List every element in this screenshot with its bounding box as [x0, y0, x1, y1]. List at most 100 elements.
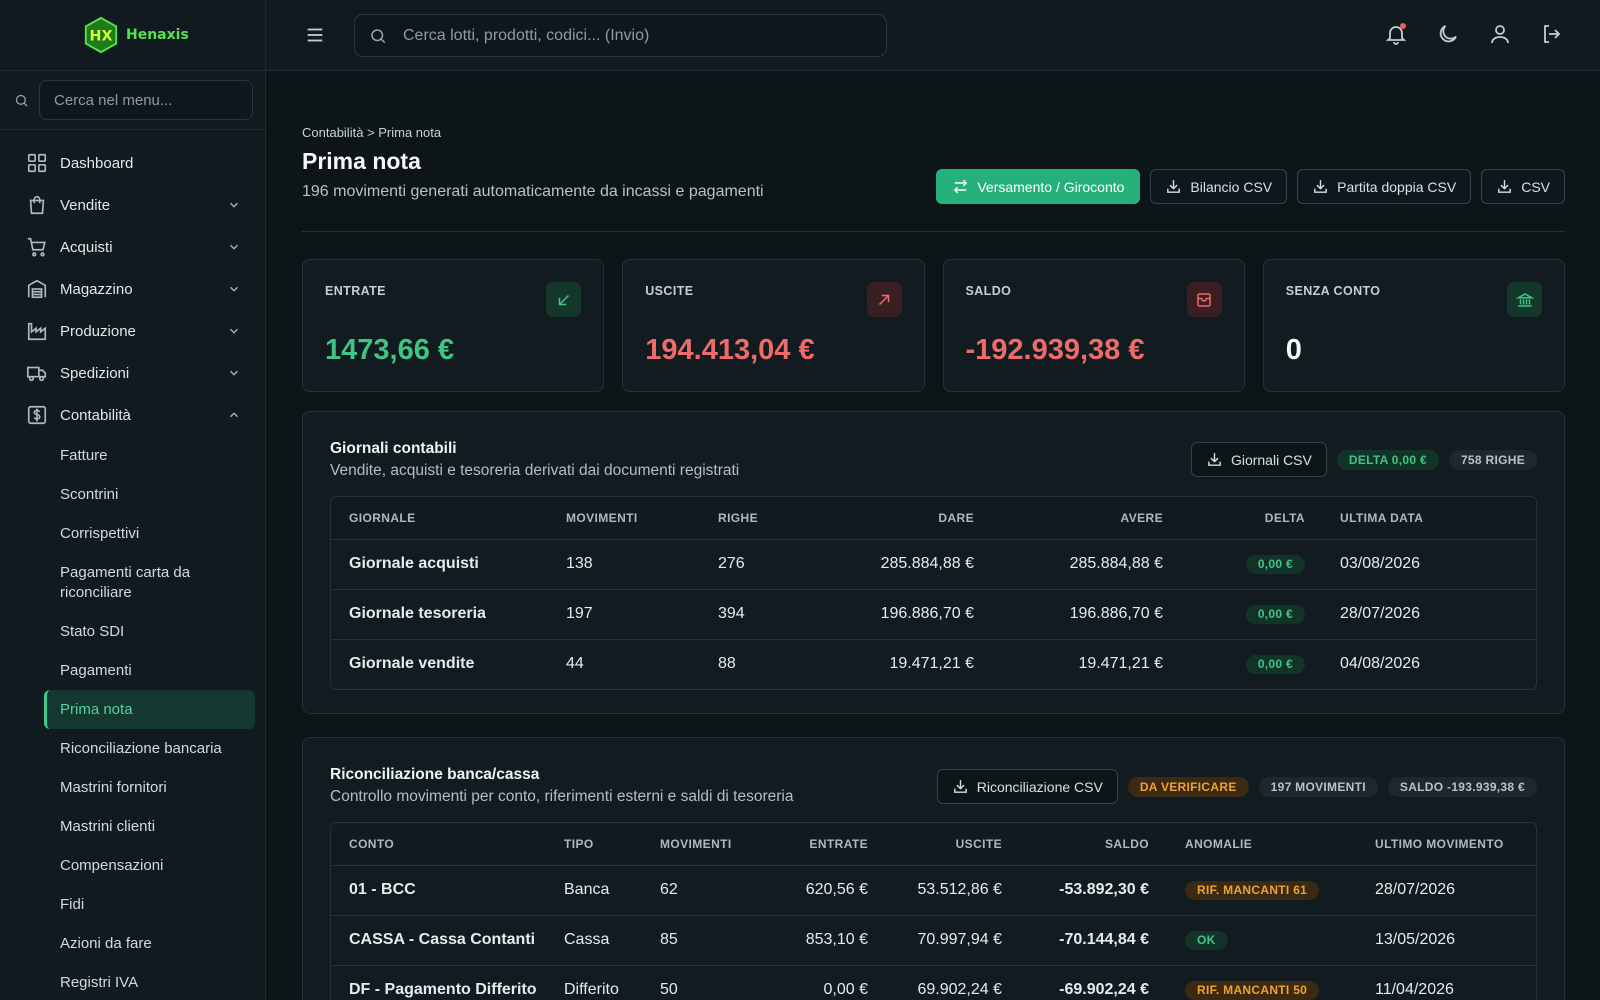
logo[interactable]: HX Henaxis: [0, 0, 265, 71]
dollar-icon: [27, 405, 47, 425]
delta-badge: DELTA 0,00 €: [1336, 449, 1439, 470]
global-search-input[interactable]: [403, 15, 873, 56]
movimenti-cell: 138: [566, 539, 718, 590]
page-actions: Versamento / Giroconto Bilancio CSV Part…: [936, 169, 1565, 204]
sidebar-subitem-pagamenti-carta[interactable]: Pagamenti carta da riconciliare: [44, 553, 255, 612]
button-label: Riconciliazione CSV: [976, 778, 1103, 795]
date-cell: 13/05/2026: [1375, 915, 1536, 966]
uscite-cell: 69.902,24 €: [917, 981, 1002, 999]
moon-icon: [1439, 25, 1457, 43]
column-header: ULTIMA DATA: [1305, 497, 1536, 540]
table-row[interactable]: DF - Pagamento Differito Differito 50 0,…: [331, 965, 1536, 1000]
date-cell: 11/04/2026: [1375, 981, 1454, 999]
sidebar-search: [0, 71, 265, 130]
chevron-down-icon: [230, 244, 238, 250]
theme-toggle-button[interactable]: [1436, 22, 1460, 46]
table-row[interactable]: CASSA - Cassa Contanti Cassa 85 853,10 €…: [331, 915, 1536, 966]
date-cell: 04/08/2026: [1340, 655, 1421, 673]
entrate-cell: 853,10 €: [762, 915, 868, 966]
avere-cell: 285.884,88 €: [974, 539, 1163, 590]
sidebar-item-label: Magazzino: [60, 280, 133, 298]
sidebar-subitem-corrispettivi[interactable]: Corrispettivi: [44, 514, 255, 553]
button-label: CSV: [1521, 178, 1550, 195]
csv-button[interactable]: CSV: [1481, 169, 1565, 204]
sidebar-nav: Dashboard Vendite Acquisti Magazzino Pro…: [0, 130, 265, 1000]
menu-icon[interactable]: [304, 24, 326, 46]
sidebar-item-spedizioni[interactable]: Spedizioni: [0, 352, 265, 394]
logout-icon: [1544, 25, 1561, 43]
saldo-cell: -70.144,84 €: [1002, 915, 1149, 966]
sidebar-subitem-fidi[interactable]: Fidi: [44, 885, 255, 924]
journals-panel: Giornali contabili Vendite, acquisti e t…: [302, 411, 1565, 714]
download-icon: [1314, 180, 1327, 193]
bilancio-csv-button[interactable]: Bilancio CSV: [1150, 169, 1288, 204]
logout-button[interactable]: [1540, 22, 1564, 46]
versamento-giroconto-button[interactable]: Versamento / Giroconto: [936, 169, 1141, 204]
column-header: TIPO: [564, 823, 660, 866]
chevron-down-icon: [230, 286, 238, 292]
sidebar-subitem-stato-sdi[interactable]: Stato SDI: [44, 612, 255, 651]
kpi-card-uscite: USCITE 194.413,04 €: [622, 259, 925, 392]
saldo-cell: -53.892,30 €: [1002, 865, 1149, 916]
table-row[interactable]: Giornale vendite 44 88 19.471,21 € 19.47…: [331, 639, 1536, 689]
kpi-cards: ENTRATE 1473,66 € USCITE 194.413,04 € SA…: [302, 259, 1565, 392]
anomalie-badge: OK: [1185, 930, 1228, 950]
sidebar-item-magazzino[interactable]: Magazzino: [0, 268, 265, 310]
sidebar-item-label: Vendite: [60, 196, 111, 214]
sidebar-item-vendite[interactable]: Vendite: [0, 184, 265, 226]
journal-name: Giornale acquisti: [331, 539, 566, 590]
logo-text: Henaxis: [126, 27, 189, 43]
rows-badge: 758 RIGHE: [1448, 449, 1537, 470]
sidebar-item-label: Contabilità: [60, 406, 131, 424]
sidebar-item-produzione[interactable]: Produzione: [0, 310, 265, 352]
notification-dot: [1400, 23, 1406, 29]
search-icon: [371, 29, 386, 44]
partita-doppia-csv-button[interactable]: Partita doppia CSV: [1297, 169, 1472, 204]
download-icon: [1208, 453, 1221, 466]
shopping-bag-icon: [29, 195, 45, 215]
sidebar-subitem-mastrini-clienti[interactable]: Mastrini clienti: [44, 807, 255, 846]
column-header: AVERE: [974, 497, 1163, 540]
breadcrumb: Contabilità > Prima nota: [302, 125, 442, 140]
sidebar-subitem-azioni-da-fare[interactable]: Azioni da fare: [44, 924, 255, 963]
column-header: SALDO: [1002, 823, 1149, 866]
journals-table: GIORNALE MOVIMENTI RIGHE DARE AVERE DELT…: [330, 496, 1537, 690]
sidebar-subitem-scontrini[interactable]: Scontrini: [44, 475, 255, 514]
saldo-cell: -69.902,24 €: [1059, 981, 1149, 999]
saldo-badge: SALDO -193.939,38 €: [1387, 776, 1537, 797]
user-icon: [1491, 25, 1509, 44]
sidebar-search-input[interactable]: [39, 80, 253, 120]
kpi-value: -192.939,38 €: [965, 334, 1145, 366]
button-label: Bilancio CSV: [1190, 178, 1273, 195]
uscite-cell: 70.997,94 €: [868, 915, 1002, 966]
reconciliation-table: CONTO TIPO MOVIMENTI ENTRATE USCITE SALD…: [330, 822, 1537, 1000]
table-row[interactable]: Giornale acquisti 138 276 285.884,88 € 2…: [331, 539, 1536, 590]
column-header: USCITE: [868, 823, 1002, 866]
dare-cell: 285.884,88 €: [810, 539, 974, 590]
sidebar-item-contabilita[interactable]: Contabilità: [0, 394, 265, 436]
profile-button[interactable]: [1488, 22, 1512, 46]
page-title: Prima nota: [302, 148, 421, 174]
sidebar-subitem-compensazioni[interactable]: Compensazioni: [44, 846, 255, 885]
wallet-icon: [1186, 282, 1222, 317]
sidebar-subitem-fatture[interactable]: Fatture: [44, 436, 255, 475]
giornali-csv-button[interactable]: Giornali CSV: [1190, 442, 1327, 477]
tipo-cell: Banca: [564, 865, 660, 916]
sidebar-subitem-registri-iva[interactable]: Registri IVA: [44, 963, 255, 1000]
table-row[interactable]: Giornale tesoreria 197 394 196.886,70 € …: [331, 589, 1536, 640]
sidebar-subitem-mastrini-fornitori[interactable]: Mastrini fornitori: [44, 768, 255, 807]
sidebar-item-label: Spedizioni: [60, 364, 130, 382]
riconciliazione-csv-button[interactable]: Riconciliazione CSV: [936, 769, 1118, 804]
movimenti-cell: 44: [566, 655, 584, 673]
sidebar-item-dashboard[interactable]: Dashboard: [0, 142, 265, 184]
column-header: CONTO: [331, 823, 564, 866]
date-cell: 03/08/2026: [1305, 539, 1536, 590]
sidebar-subitem-riconciliazione-bancaria[interactable]: Riconciliazione bancaria: [44, 729, 255, 768]
table-row[interactable]: 01 - BCC Banca 62 620,56 € 53.512,86 € -…: [331, 865, 1536, 916]
sidebar-item-acquisti[interactable]: Acquisti: [0, 226, 265, 268]
sidebar-subitem-prima-nota[interactable]: Prima nota: [44, 690, 255, 729]
arrow-down-left-icon: [546, 282, 582, 317]
notifications-button[interactable]: [1384, 22, 1408, 46]
sidebar-subitem-pagamenti[interactable]: Pagamenti: [44, 651, 255, 690]
sidebar-item-label: Produzione: [60, 322, 136, 340]
